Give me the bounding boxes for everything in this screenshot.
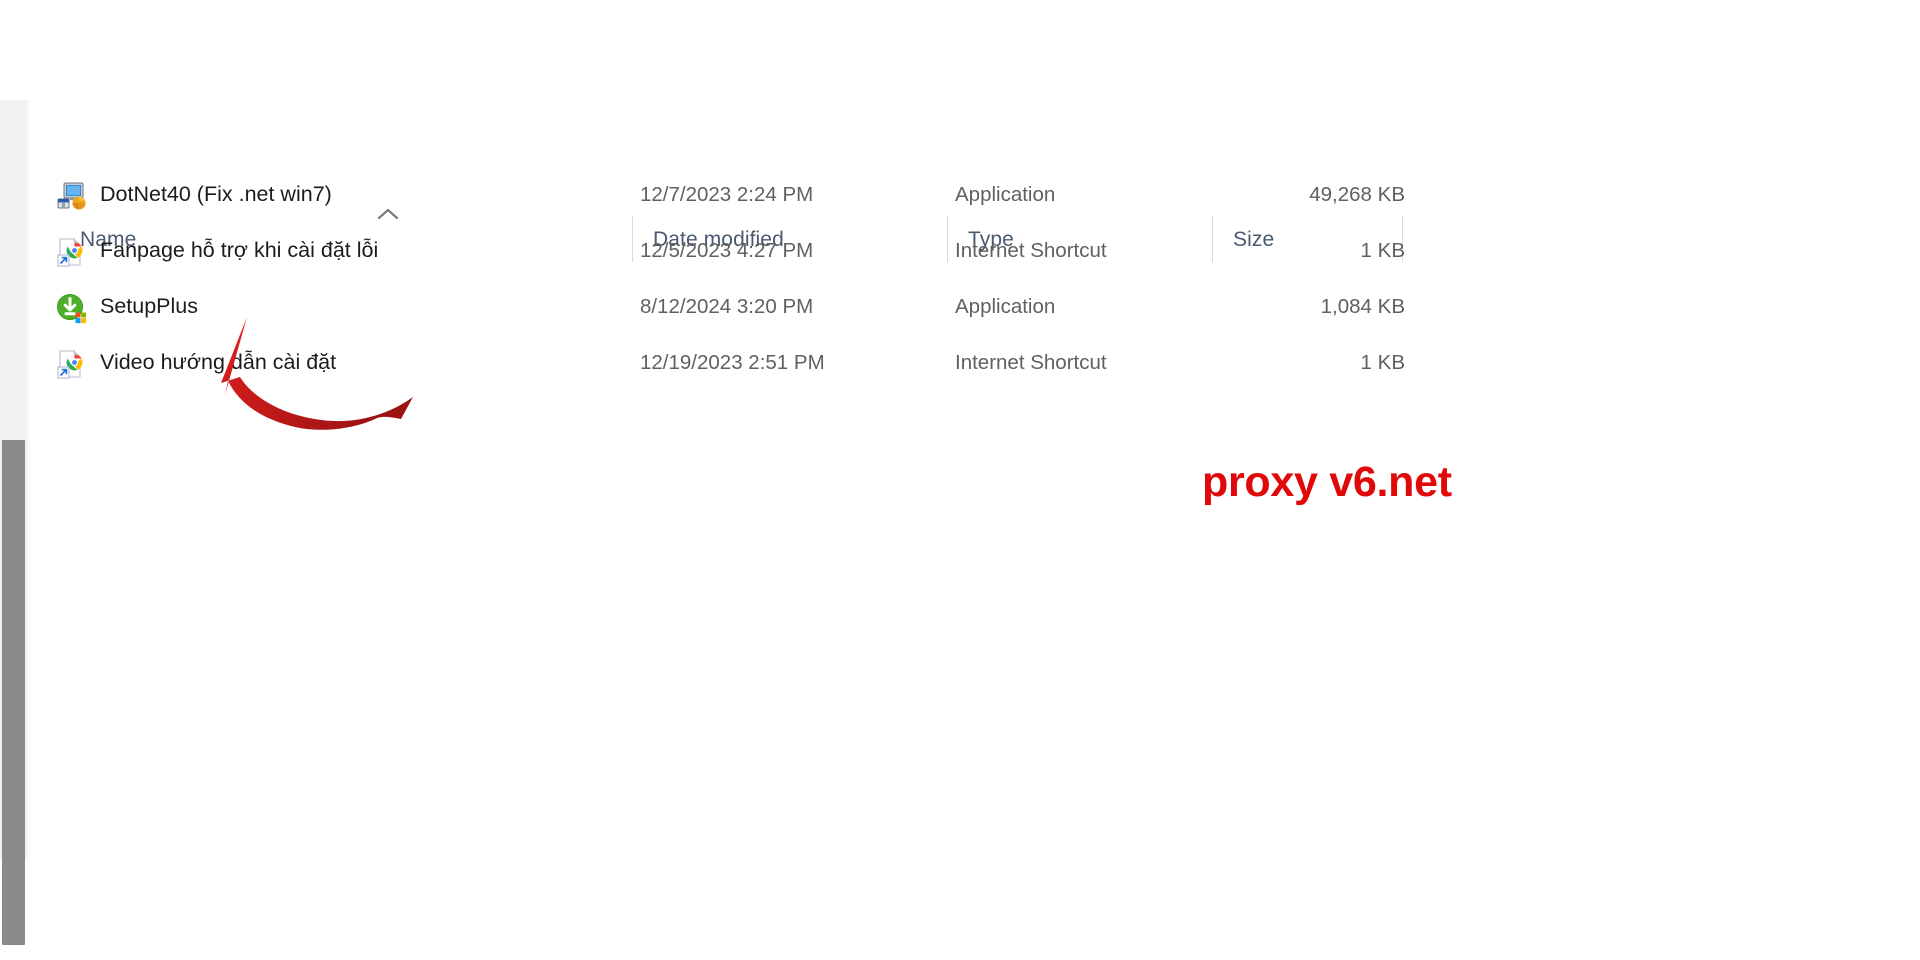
table-row[interactable]: Video hướng dẫn cài đặt 12/19/2023 2:51 … xyxy=(30,336,1920,392)
column-header-row: Name Date modified Type Size xyxy=(30,108,1920,262)
table-row[interactable]: SetupPlus 8/12/2024 3:20 PM Application … xyxy=(30,280,1920,336)
file-size: 1 KB xyxy=(1360,239,1405,262)
file-date-modified: 8/12/2024 3:20 PM xyxy=(640,295,814,318)
file-size: 1 KB xyxy=(1360,351,1405,374)
green-download-installer-icon xyxy=(55,292,87,324)
file-name[interactable]: Video hướng dẫn cài đặt xyxy=(100,350,336,375)
file-name[interactable]: SetupPlus xyxy=(100,294,198,319)
table-row[interactable]: DotNet40 (Fix .net win7) 12/7/2023 2:24 … xyxy=(30,168,1920,224)
file-name[interactable]: DotNet40 (Fix .net win7) xyxy=(100,182,332,207)
file-type: Internet Shortcut xyxy=(955,351,1107,374)
file-type: Application xyxy=(955,183,1056,206)
file-date-modified: 12/7/2023 2:24 PM xyxy=(640,183,814,206)
file-type: Internet Shortcut xyxy=(955,239,1107,262)
windows-installer-icon xyxy=(55,180,87,212)
scrollbar-thumb[interactable] xyxy=(2,440,25,945)
file-type: Application xyxy=(955,295,1056,318)
file-size: 49,268 KB xyxy=(1309,183,1405,206)
file-name[interactable]: Fanpage hỗ trợ khi cài đặt lỗi xyxy=(100,238,378,263)
scrollbar-track[interactable] xyxy=(0,100,27,945)
file-explorer-pane: Name Date modified Type Size DotNet40 (F… xyxy=(30,0,1920,960)
table-row[interactable]: Fanpage hỗ trợ khi cài đặt lỗi 12/5/2023… xyxy=(30,224,1920,280)
internet-shortcut-icon xyxy=(55,348,87,380)
internet-shortcut-icon xyxy=(55,236,87,268)
file-date-modified: 12/5/2023 4:27 PM xyxy=(640,239,814,262)
file-size: 1,084 KB xyxy=(1320,295,1405,318)
file-date-modified: 12/19/2023 2:51 PM xyxy=(640,351,825,374)
watermark-text: proxy v6.net xyxy=(1202,458,1452,506)
